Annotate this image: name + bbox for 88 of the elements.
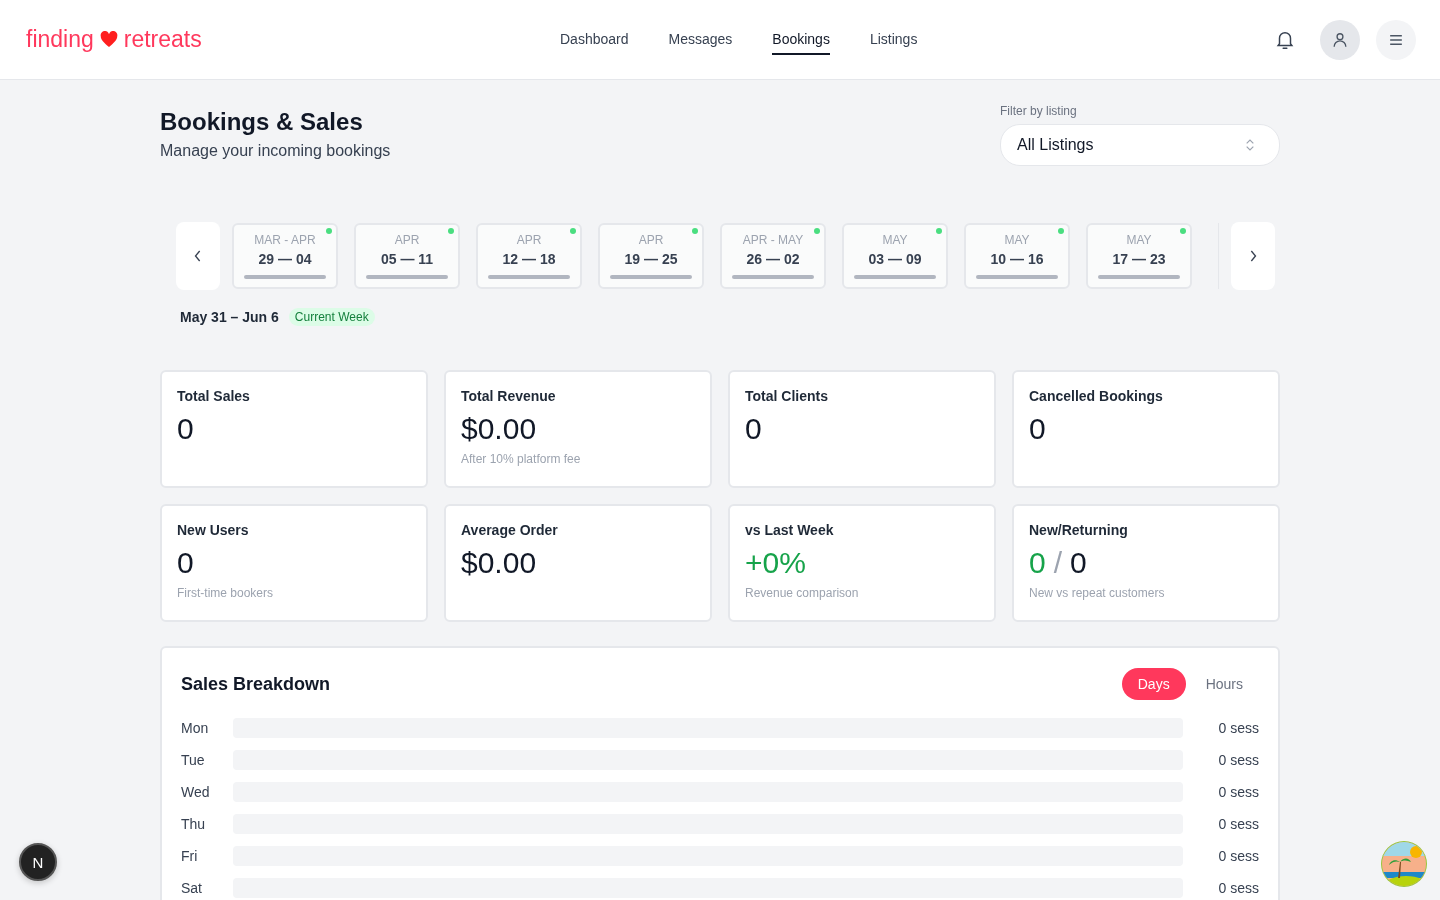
stat-value: $0.00 [461, 546, 537, 580]
chevron-updown-icon [1245, 138, 1255, 152]
week-days: 19 — 25 [624, 251, 678, 267]
week-month: MAR - APR [254, 233, 316, 247]
section-title: Sales Breakdown [181, 673, 331, 695]
tab[interactable]: Hours [1189, 668, 1259, 700]
stat-label: Total Revenue [461, 388, 556, 404]
session-count: 0 sess [1217, 880, 1259, 896]
tab[interactable]: Days [1121, 668, 1186, 700]
week-card[interactable]: MAY 17 — 23 [1086, 223, 1192, 289]
current-week-badge: Current Week [288, 308, 375, 326]
stat-label: Cancelled Bookings [1029, 388, 1163, 404]
week-days: 29 — 04 [258, 251, 312, 267]
stat-label: New/Returning [1029, 522, 1128, 538]
week-card[interactable]: MAY 03 — 09 [842, 223, 948, 289]
stat-value: 0 [177, 412, 194, 446]
nav-link[interactable]: Dashboard [560, 24, 629, 55]
session-count: 0 sess [1217, 848, 1259, 864]
day-label: Thu [181, 816, 207, 832]
day-label: Sat [181, 880, 203, 896]
stat-note: First-time bookers [177, 586, 274, 600]
filter-label: Filter by listing [1000, 104, 1078, 118]
stat-label: New Users [177, 522, 249, 538]
day-label: Wed [181, 784, 211, 800]
week-days: 10 — 16 [990, 251, 1044, 267]
listing-select[interactable]: All Listings [1000, 124, 1280, 166]
stat-value: +0% [745, 546, 806, 580]
stat-value: 0 [745, 412, 762, 446]
menu-button[interactable] [1376, 19, 1416, 60]
week-days: 12 — 18 [502, 251, 556, 267]
session-count: 0 sess [1217, 720, 1259, 736]
current-week-range: May 31 – Jun 6 [180, 309, 279, 325]
stat-label: Total Clients [745, 388, 828, 404]
chevron-left-icon [193, 249, 203, 263]
week-card[interactable]: APR 12 — 18 [476, 223, 582, 289]
week-card[interactable]: APR - MAY 26 — 02 [720, 223, 826, 289]
status-dot [936, 228, 942, 234]
stat-value: 0 [1070, 546, 1087, 580]
week-month: MAY [882, 233, 908, 247]
week-days: 03 — 09 [868, 251, 922, 267]
stat-label: Average Order [461, 522, 558, 538]
day-label: Tue [181, 752, 206, 768]
week-month: MAY [1126, 233, 1152, 247]
stat-separator: / [1053, 546, 1063, 580]
stat-label: vs Last Week [745, 522, 834, 538]
week-days: 17 — 23 [1112, 251, 1166, 267]
status-dot [1058, 228, 1064, 234]
nav-link[interactable]: Bookings [772, 24, 830, 55]
chevron-right-icon [1248, 249, 1258, 263]
page-subtitle: Manage your incoming bookings [160, 142, 391, 160]
status-dot [692, 228, 698, 234]
day-label: Mon [181, 720, 210, 736]
profile-button[interactable] [1320, 19, 1360, 60]
week-month: APR - MAY [742, 233, 804, 247]
stat-value: $0.00 [461, 412, 537, 446]
week-card[interactable]: APR 19 — 25 [598, 223, 704, 289]
stat-note: After 10% platform fee [461, 452, 581, 466]
dev-badge[interactable]: N [19, 843, 57, 881]
stat-note: Revenue comparison [745, 586, 859, 600]
session-count: 0 sess [1217, 752, 1259, 768]
brand-name[interactable]: retreats [123, 26, 202, 53]
week-card[interactable]: MAY 10 — 16 [964, 223, 1070, 289]
stat-note: New vs repeat customers [1029, 586, 1165, 600]
week-month: APR [394, 233, 420, 247]
week-month: APR [516, 233, 542, 247]
stat-label: Total Sales [177, 388, 250, 404]
nav-link[interactable]: Listings [869, 24, 918, 55]
day-label: Fri [181, 848, 199, 864]
status-dot [448, 228, 454, 234]
week-card[interactable]: MAR - APR 29 — 04 [232, 223, 338, 289]
week-month: APR [638, 233, 664, 247]
session-count: 0 sess [1217, 784, 1259, 800]
nav-link[interactable]: Messages [668, 24, 733, 55]
page-title: Bookings & Sales [160, 107, 364, 136]
week-days: 05 — 11 [380, 251, 434, 267]
heart-icon [99, 31, 118, 48]
status-dot [570, 228, 576, 234]
stat-value: 0 [177, 546, 194, 580]
stat-value: 0 [1029, 546, 1046, 580]
status-dot [814, 228, 820, 234]
week-card[interactable]: APR 05 — 11 [354, 223, 460, 289]
status-dot [326, 228, 332, 234]
stat-value: 0 [1029, 412, 1046, 446]
week-days: 26 — 02 [746, 251, 800, 267]
brand-name[interactable]: finding [26, 26, 94, 53]
status-dot [1180, 228, 1186, 234]
week-month: MAY [1004, 233, 1030, 247]
session-count: 0 sess [1217, 816, 1259, 832]
